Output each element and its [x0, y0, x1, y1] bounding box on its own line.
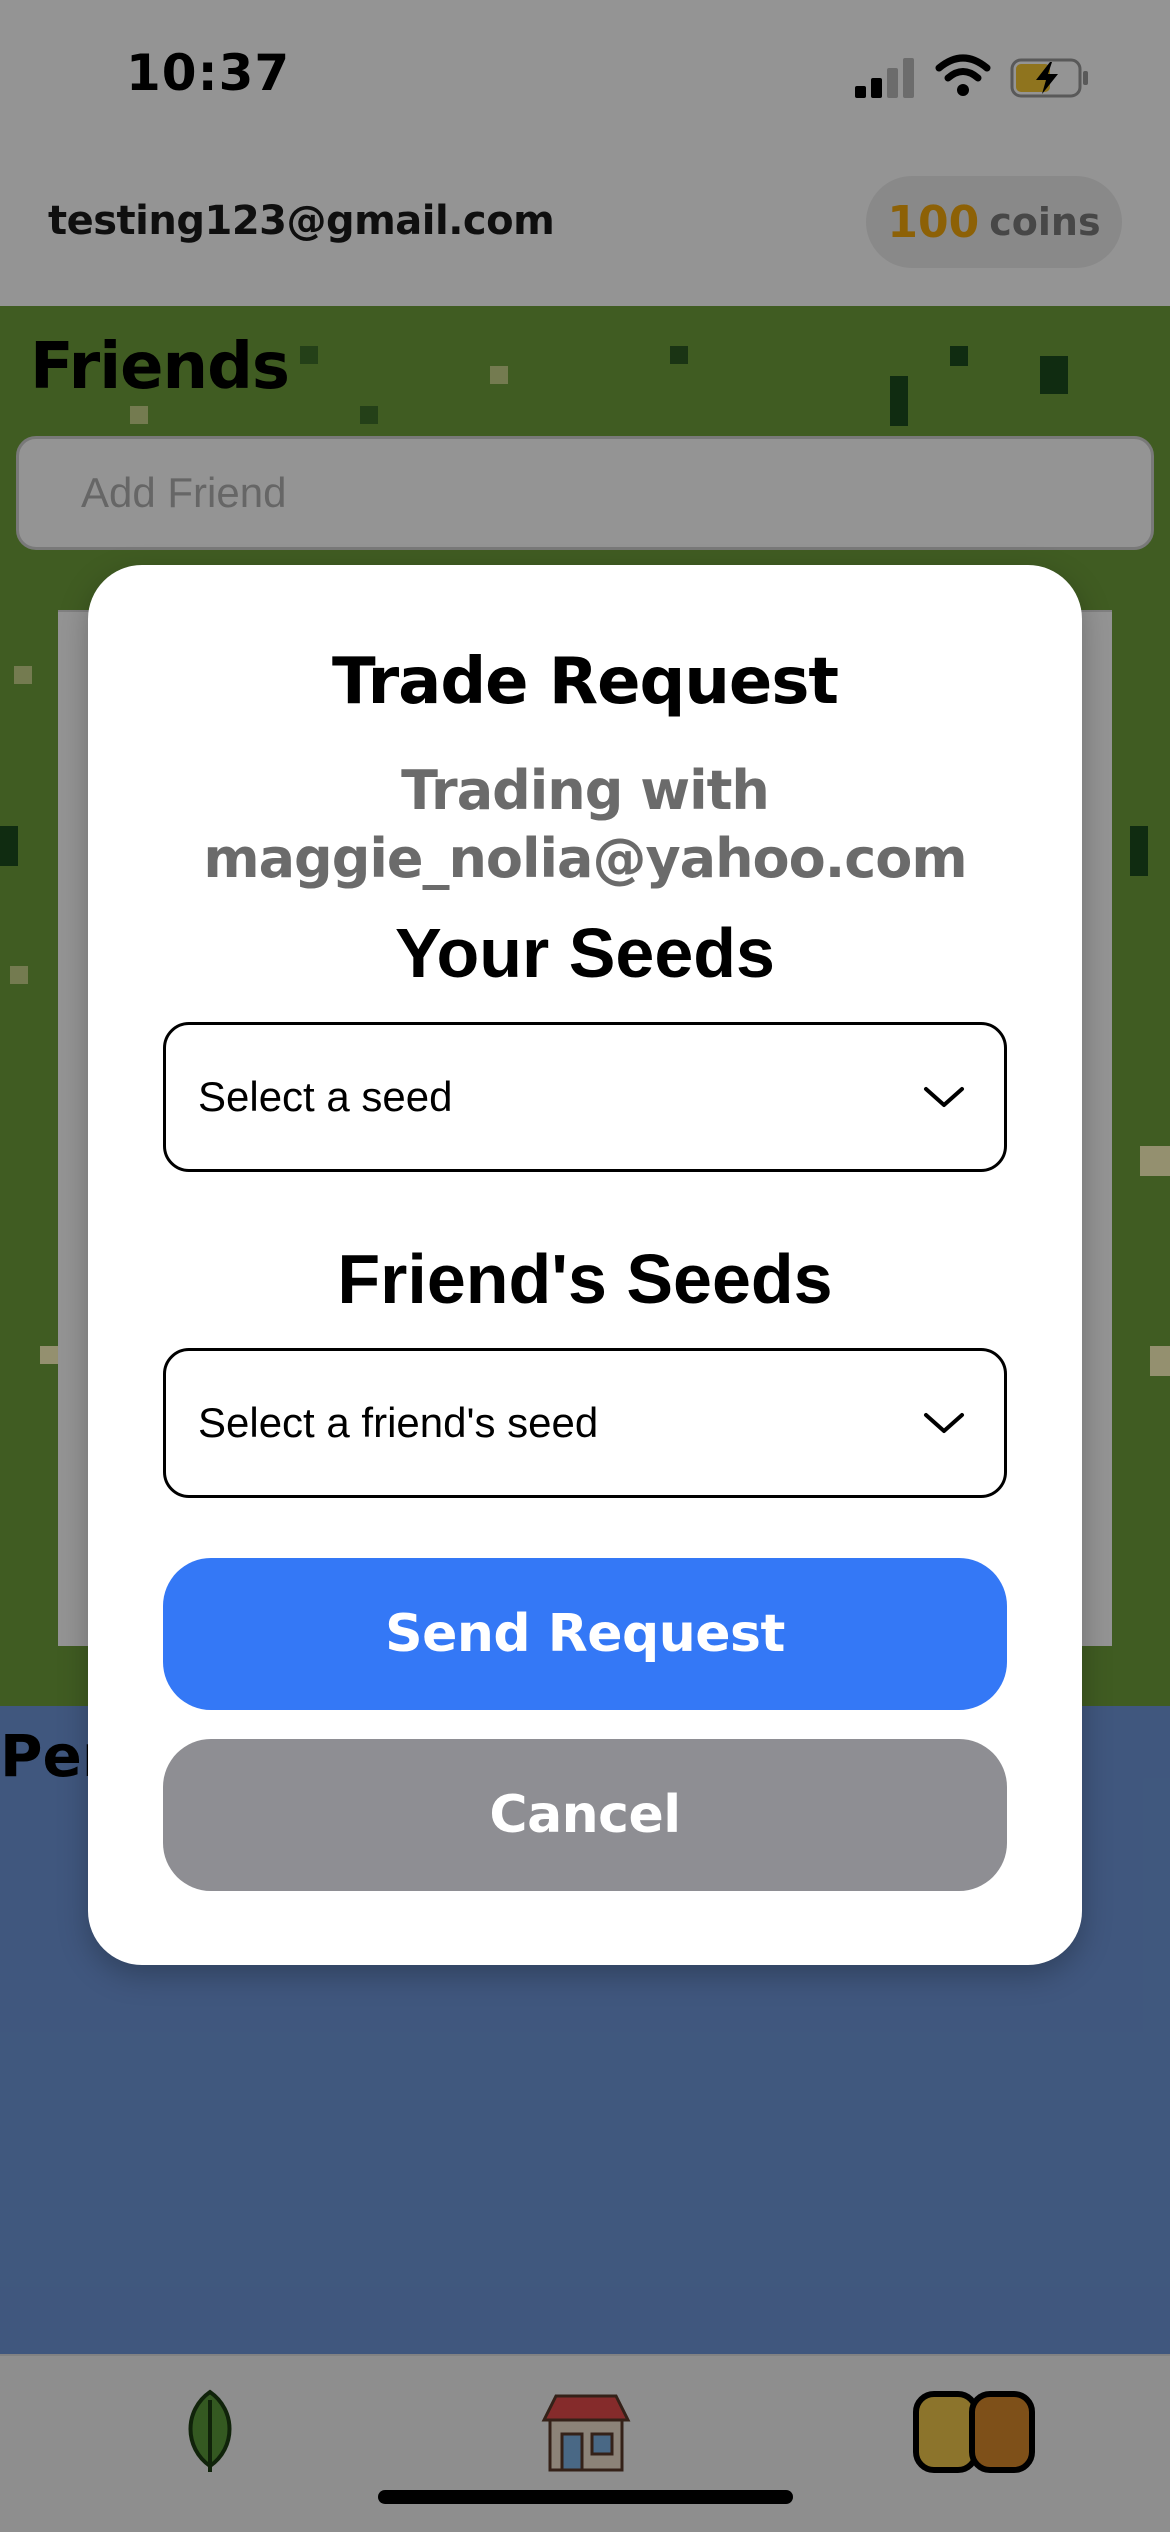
friend-seed-select[interactable]: Select a friend's seed — [163, 1348, 1007, 1498]
trade-request-modal: Trade Request Trading with maggie_nolia@… — [88, 565, 1082, 1965]
trading-partner-email: maggie_nolia@yahoo.com — [203, 827, 967, 890]
trading-with-label: Trading with — [401, 759, 770, 822]
send-request-button[interactable]: Send Request — [163, 1558, 1007, 1710]
chevron-down-icon — [924, 1413, 964, 1433]
modal-title: Trade Request — [331, 645, 839, 719]
cancel-button[interactable]: Cancel — [163, 1739, 1007, 1891]
chevron-down-icon — [924, 1087, 964, 1107]
your-seed-select[interactable]: Select a seed — [163, 1022, 1007, 1172]
friend-seed-select-value: Select a friend's seed — [198, 1399, 599, 1446]
trading-with-text: Trading with maggie_nolia@yahoo.com — [88, 757, 1082, 893]
your-seeds-title: Your Seeds — [395, 914, 775, 992]
friend-seeds-title: Friend's Seeds — [337, 1240, 833, 1318]
your-seed-select-value: Select a seed — [198, 1073, 453, 1120]
